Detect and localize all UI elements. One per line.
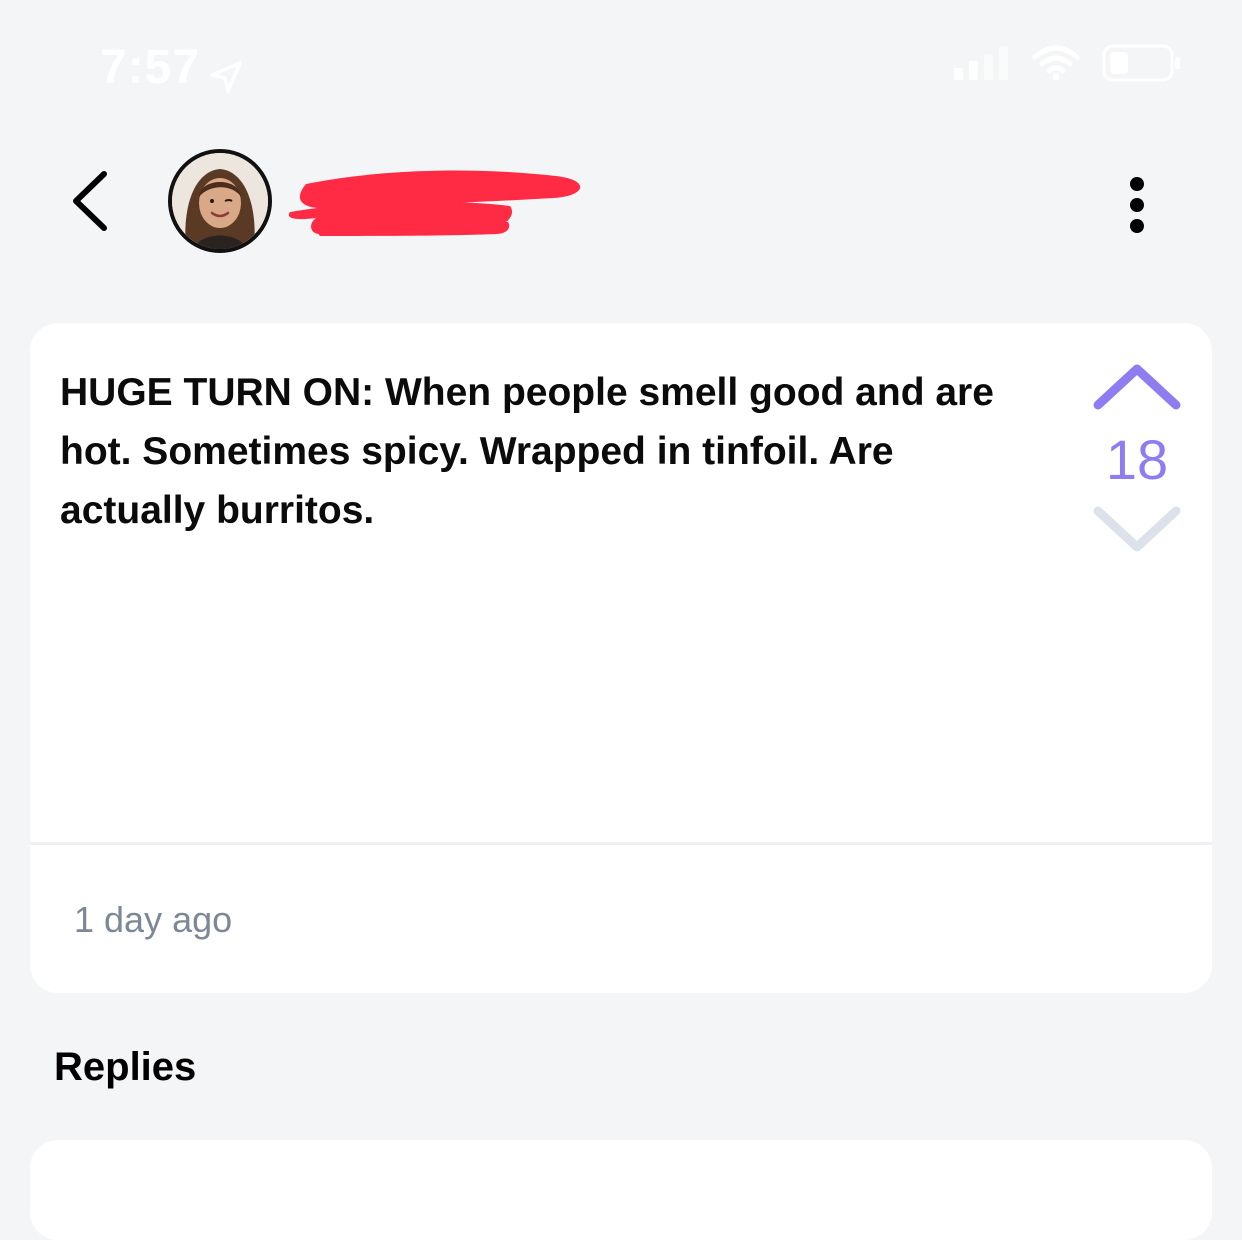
status-indicators bbox=[954, 44, 1182, 87]
chevron-down-icon bbox=[1092, 506, 1182, 559]
reply-card[interactable] bbox=[30, 1140, 1212, 1240]
downvote-button[interactable] bbox=[1092, 503, 1182, 555]
wifi-icon bbox=[1032, 45, 1080, 86]
vote-controls: 18 bbox=[1092, 359, 1182, 559]
cellular-signal-icon bbox=[954, 46, 1010, 85]
vertical-ellipsis-icon bbox=[1112, 177, 1162, 244]
avatar-photo bbox=[172, 153, 268, 249]
chevron-up-icon bbox=[1092, 364, 1182, 417]
replies-heading: Replies bbox=[54, 1045, 197, 1089]
location-arrow-icon bbox=[208, 50, 244, 93]
username-redaction bbox=[288, 170, 581, 236]
post-card: HUGE TURN ON: When people smell good and… bbox=[30, 323, 1212, 993]
post-text: HUGE TURN ON: When people smell good and… bbox=[60, 371, 994, 532]
status-time-text: 7:57 bbox=[100, 41, 201, 94]
battery-icon bbox=[1102, 44, 1182, 87]
avatar[interactable] bbox=[168, 149, 272, 253]
status-bar: 7:57 bbox=[0, 0, 1242, 130]
back-button[interactable] bbox=[60, 166, 120, 236]
vote-count: 18 bbox=[1105, 428, 1169, 491]
profile-header bbox=[0, 130, 1242, 280]
more-options-button[interactable] bbox=[1112, 170, 1162, 240]
username[interactable] bbox=[286, 162, 586, 242]
chevron-left-icon bbox=[60, 171, 120, 240]
status-time: 7:57 bbox=[100, 38, 244, 98]
post-timestamp: 1 day ago bbox=[74, 899, 233, 940]
upvote-button[interactable] bbox=[1092, 359, 1182, 413]
card-divider bbox=[30, 842, 1212, 845]
